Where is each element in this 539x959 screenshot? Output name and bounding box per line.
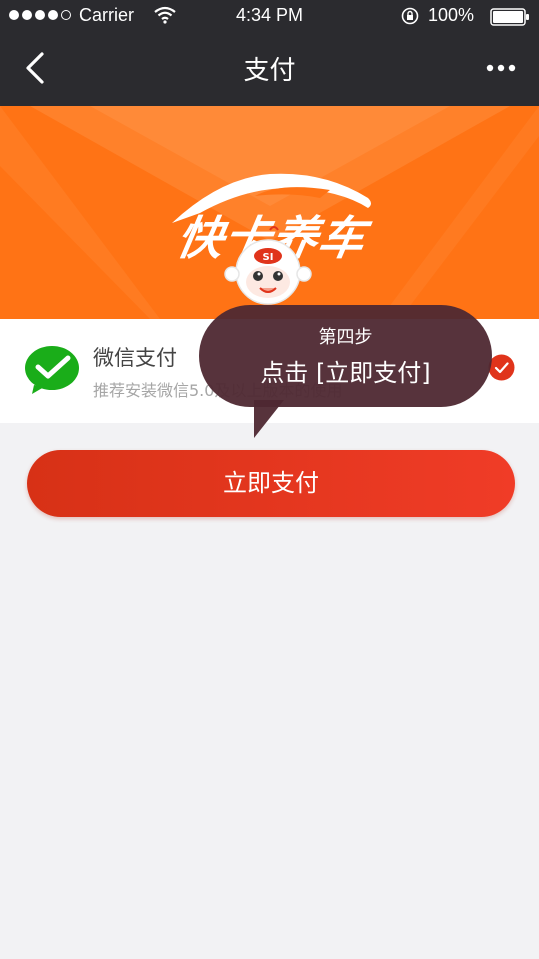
selected-check-icon[interactable]	[488, 354, 515, 381]
battery-icon	[490, 8, 529, 26]
tooltip-step-label: 第四步	[318, 327, 373, 348]
more-dots-icon[interactable]	[486, 62, 516, 74]
mascot-badge: SI	[263, 252, 274, 263]
page-title: 支付	[243, 56, 296, 86]
pay-now-button[interactable]: 立即支付	[27, 450, 515, 517]
rotation-lock-icon	[401, 7, 419, 25]
wechat-pay-icon	[25, 346, 79, 394]
guide-tooltip: 第四步 点击 [立即支付]	[199, 305, 492, 407]
status-bar: Carrier 4:34 PM 100%	[0, 0, 539, 32]
payment-method-name: 微信支付	[93, 346, 177, 370]
tooltip-instruction: 点击 [立即支付]	[260, 359, 431, 387]
nav-bar: 支付	[0, 32, 539, 106]
battery-percent: 100%	[428, 5, 475, 25]
top-bar: Carrier 4:34 PM 100% 支付	[0, 0, 539, 106]
